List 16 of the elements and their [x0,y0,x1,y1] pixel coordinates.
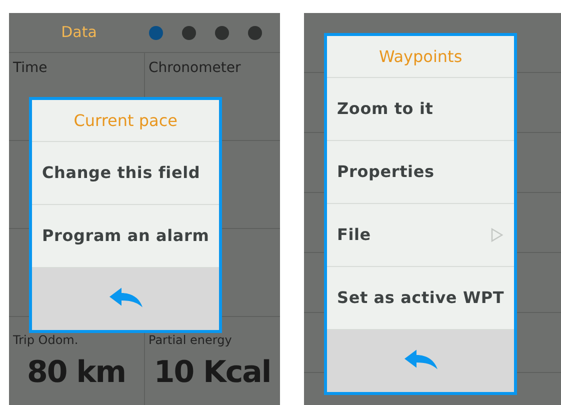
back-button[interactable] [327,330,514,392]
menu-item[interactable]: File [327,204,514,267]
field-value: 10 Kcal [152,354,272,392]
menu-item[interactable]: Properties [327,141,514,204]
field-label: Time [13,60,48,76]
field-label: Chronometer [148,60,241,76]
dialog-title: Current pace [74,110,178,132]
screen-title: Data [60,22,98,44]
back-button[interactable] [32,268,220,330]
field-label: Partial energy [148,333,233,347]
field-label: Trip Odom. [13,333,80,347]
dialog-title: Waypoints [378,46,462,68]
menu-item[interactable]: Zoom to it [327,78,514,141]
submenu-arrow-icon [490,227,504,243]
menu-item[interactable]: Change this field [32,142,220,205]
field-value: 80 km [26,354,126,392]
